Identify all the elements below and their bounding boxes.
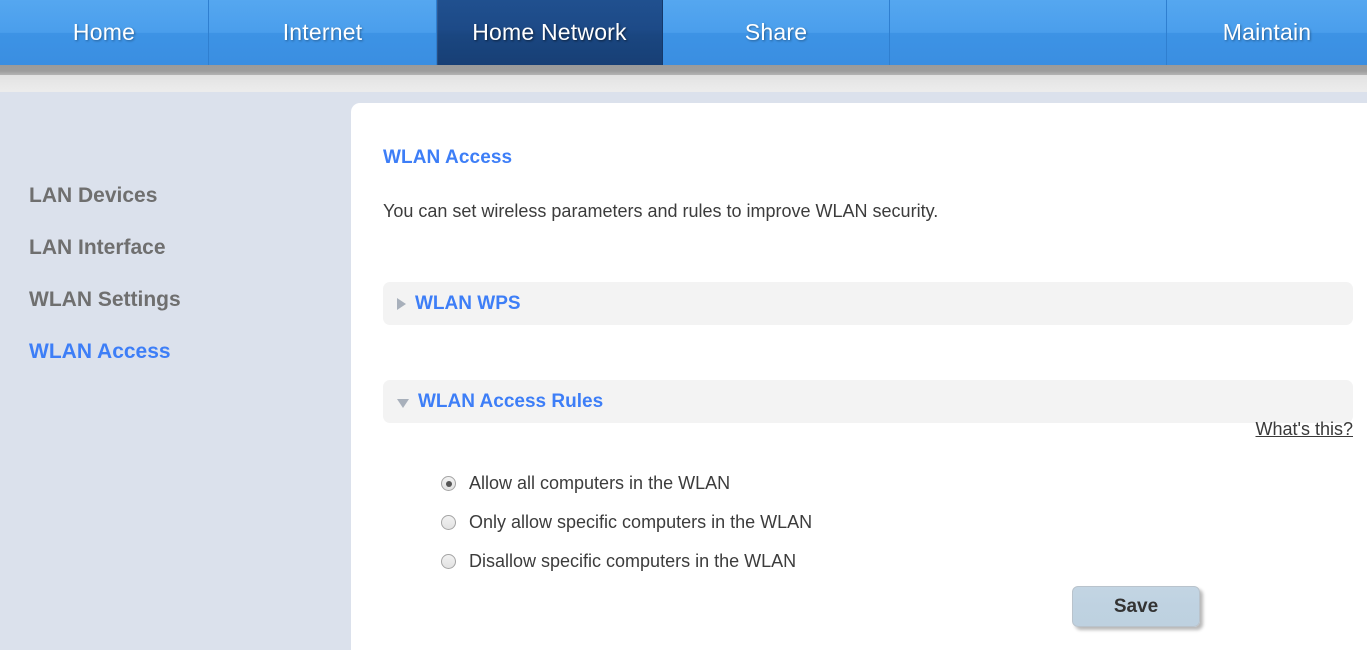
nav-tab-home-network[interactable]: Home Network — [437, 0, 663, 65]
nav-tab-share[interactable]: Share — [663, 0, 890, 65]
sidebar-item-wlan-settings[interactable]: WLAN Settings — [0, 274, 351, 326]
page-body: LAN Devices LAN Interface WLAN Settings … — [0, 92, 1367, 650]
radio-option-disallow-specific[interactable]: Disallow specific computers in the WLAN — [441, 542, 812, 581]
radio-option-only-allow-specific-label: Only allow specific computers in the WLA… — [469, 512, 813, 532]
content-panel: WLAN Access You can set wireless paramet… — [351, 103, 1367, 650]
radio-button-icon[interactable] — [441, 476, 456, 491]
sidebar-item-lan-devices-label: LAN Devices — [29, 184, 158, 207]
page-title: WLAN Access — [383, 147, 513, 168]
nav-tab-home[interactable]: Home — [0, 0, 209, 65]
nav-tab-empty[interactable] — [890, 0, 1167, 65]
radio-option-allow-all[interactable]: Allow all computers in the WLAN — [441, 464, 812, 503]
nav-tab-home-label: Home — [72, 19, 136, 45]
triangle-down-icon — [397, 398, 409, 408]
radio-button-icon[interactable] — [441, 515, 456, 530]
nav-tab-internet-label: Internet — [282, 19, 363, 45]
section-header-wlan-wps[interactable]: WLAN WPS — [383, 282, 1353, 325]
sidebar-item-wlan-access[interactable]: WLAN Access — [0, 326, 351, 378]
router-admin-page: Home Internet Home Network Share Maintai… — [0, 0, 1367, 650]
sidebar-item-lan-interface-label: LAN Interface — [29, 236, 166, 259]
save-button[interactable]: Save — [1072, 586, 1200, 627]
section-header-wlan-wps-label: WLAN WPS — [415, 292, 521, 314]
whats-this-link[interactable]: What's this? — [1256, 419, 1353, 440]
header-divider-gray — [0, 65, 1367, 75]
radio-option-disallow-specific-label: Disallow specific computers in the WLAN — [469, 551, 797, 571]
sidebar-item-wlan-access-label: WLAN Access — [29, 340, 171, 363]
radio-option-allow-all-label: Allow all computers in the WLAN — [469, 473, 731, 493]
page-description: You can set wireless parameters and rule… — [383, 201, 939, 221]
sidebar: LAN Devices LAN Interface WLAN Settings … — [0, 92, 351, 650]
nav-tab-internet[interactable]: Internet — [209, 0, 437, 65]
main-navigation-bar: Home Internet Home Network Share Maintai… — [0, 0, 1367, 65]
nav-tab-home-network-label: Home Network — [472, 19, 627, 45]
sidebar-item-lan-devices[interactable]: LAN Devices — [0, 170, 351, 222]
nav-tab-maintain[interactable]: Maintain — [1167, 0, 1367, 65]
radio-option-only-allow-specific[interactable]: Only allow specific computers in the WLA… — [441, 503, 812, 542]
wlan-access-rule-radio-group: Allow all computers in the WLAN Only all… — [441, 464, 812, 581]
sidebar-item-lan-interface[interactable]: LAN Interface — [0, 222, 351, 274]
sidebar-item-wlan-settings-label: WLAN Settings — [29, 288, 181, 311]
save-button-label: Save — [1113, 595, 1159, 617]
section-header-wlan-access-rules-label: WLAN Access Rules — [418, 390, 604, 412]
nav-tab-maintain-label: Maintain — [1222, 19, 1312, 45]
nav-tab-share-label: Share — [744, 19, 808, 45]
section-header-wlan-access-rules[interactable]: WLAN Access Rules — [383, 380, 1353, 423]
radio-button-icon[interactable] — [441, 554, 456, 569]
triangle-right-icon — [397, 297, 406, 310]
